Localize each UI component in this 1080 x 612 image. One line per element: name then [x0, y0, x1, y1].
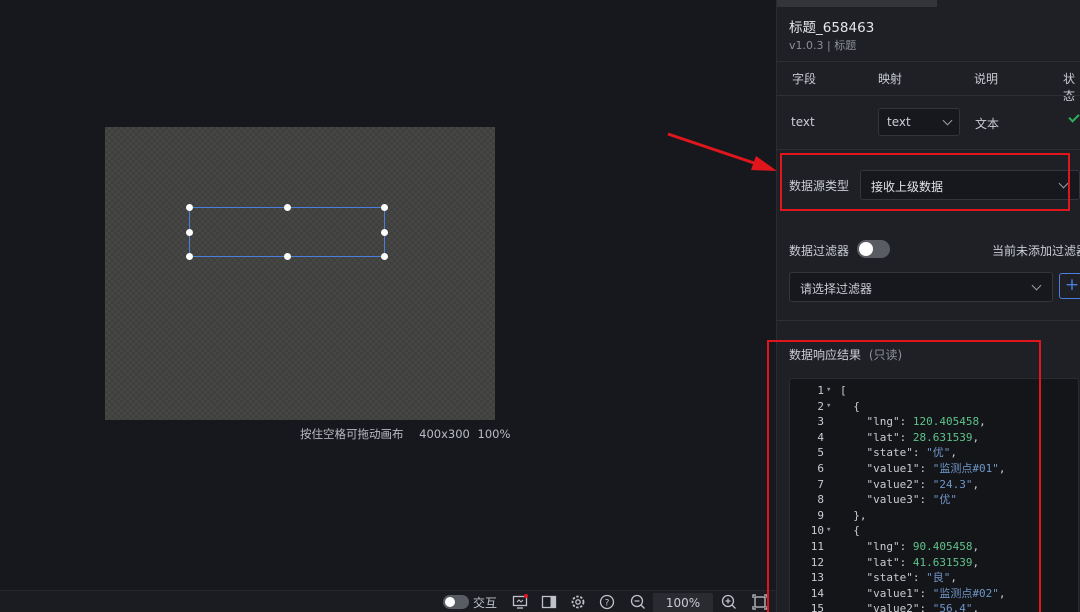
data-filter-toggle[interactable]: [857, 240, 890, 258]
fit-screen-icon[interactable]: [752, 594, 768, 610]
filter-placeholder: 请选择过滤器: [800, 282, 873, 296]
col-header-mapping: 映射: [878, 72, 903, 86]
divider: [777, 61, 1080, 62]
canvas-status: 按住空格可拖动画布 400x300 100%: [300, 426, 510, 442]
field-name: text: [791, 115, 815, 129]
design-canvas[interactable]: [105, 127, 495, 420]
resize-handle-w[interactable]: [186, 229, 193, 236]
data-filter-label: 数据过滤器: [789, 244, 850, 258]
interact-toggle[interactable]: [443, 595, 469, 609]
filter-select[interactable]: 请选择过滤器: [789, 272, 1053, 302]
filter-status-text: 当前未添加过滤器: [992, 244, 1080, 258]
component-version: v1.0.3 | 标题: [789, 39, 857, 52]
col-header-description: 说明: [974, 72, 999, 86]
bottom-toolbar: 交互 ? 100%: [0, 590, 776, 612]
canvas-size: 400x300: [419, 427, 470, 441]
help-icon[interactable]: ?: [599, 594, 615, 610]
resize-handle-ne[interactable]: [381, 204, 388, 211]
drag-hint: 按住空格可拖动画布: [300, 427, 404, 441]
divider: [777, 320, 1080, 321]
component-title: 标题_658463: [789, 20, 875, 36]
chevron-down-icon: [942, 115, 953, 126]
col-header-status: 状态: [1063, 72, 1076, 103]
zoom-in-icon[interactable]: [721, 594, 737, 610]
canvas-zoom: 100%: [477, 427, 511, 441]
interact-label: 交互: [473, 595, 498, 610]
field-description: 文本: [975, 117, 1000, 131]
panel-toggle-icon[interactable]: [541, 594, 557, 610]
mapping-select[interactable]: text: [878, 108, 960, 136]
add-filter-button[interactable]: +: [1059, 273, 1080, 299]
interact-toggle-group[interactable]: 交互: [443, 594, 497, 610]
resize-handle-e[interactable]: [381, 229, 388, 236]
monitor-icon[interactable]: [512, 594, 528, 610]
annotation-box-data-source: [780, 153, 1070, 211]
col-header-field: 字段: [792, 72, 817, 86]
resize-handle-n[interactable]: [284, 204, 291, 211]
resize-handle-se[interactable]: [381, 253, 388, 260]
resize-handle-nw[interactable]: [186, 204, 193, 211]
chevron-down-icon: [1031, 280, 1042, 291]
divider: [777, 149, 1080, 150]
canvas-area[interactable]: 按住空格可拖动画布 400x300 100%: [0, 0, 776, 612]
annotation-box-response: [767, 340, 1041, 612]
zoom-out-icon[interactable]: [630, 594, 646, 610]
settings-icon[interactable]: [570, 594, 586, 610]
selected-title-component[interactable]: [186, 204, 388, 260]
annotation-arrow: [667, 132, 777, 171]
panel-tab-indicator: [777, 0, 937, 7]
resize-handle-s[interactable]: [284, 253, 291, 260]
svg-text:?: ?: [605, 599, 610, 609]
mapping-value: text: [887, 115, 911, 129]
zoom-input[interactable]: 100%: [653, 593, 713, 612]
divider: [777, 95, 1080, 96]
check-icon: [1068, 111, 1080, 123]
resize-handle-sw[interactable]: [186, 253, 193, 260]
